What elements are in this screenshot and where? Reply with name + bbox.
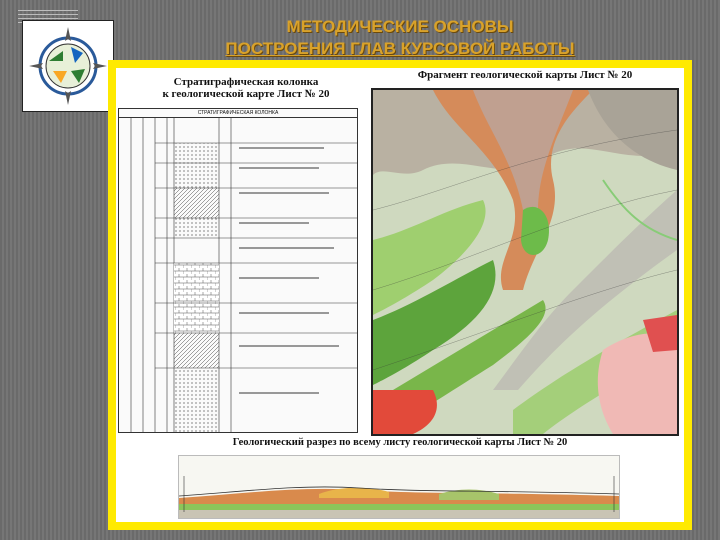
stratigraphic-column: СТРАТИГРАФИЧЕСКАЯ КОЛОНКА bbox=[118, 108, 358, 433]
slide-title-line2: ПОСТРОЕНИЯ ГЛАВ КУРСОВОЙ РАБОТЫ bbox=[225, 39, 575, 58]
strat-column-title-line1: Стратиграфическая колонка bbox=[173, 76, 319, 88]
strat-column-header: СТРАТИГРАФИЧЕСКАЯ КОЛОНКА bbox=[119, 109, 357, 118]
university-logo bbox=[22, 20, 114, 112]
strat-column-drawing bbox=[130, 118, 357, 432]
slide-title: МЕТОДИЧЕСКИЕ ОСНОВЫ ПОСТРОЕНИЯ ГЛАВ КУРС… bbox=[195, 16, 605, 60]
map-title: Фрагмент геологической карты Лист № 20 bbox=[417, 69, 633, 81]
cross-section-title: Геологический разрез по всему листу геол… bbox=[232, 437, 568, 448]
strat-column-title: Стратиграфическая колонка к геологическо… bbox=[146, 76, 346, 100]
geological-map bbox=[371, 88, 679, 436]
geological-cross-section bbox=[178, 455, 620, 519]
slide-title-line1: МЕТОДИЧЕСКИЕ ОСНОВЫ bbox=[286, 17, 514, 36]
strat-column-title-line2: к геологической карте Лист № 20 bbox=[162, 88, 330, 100]
